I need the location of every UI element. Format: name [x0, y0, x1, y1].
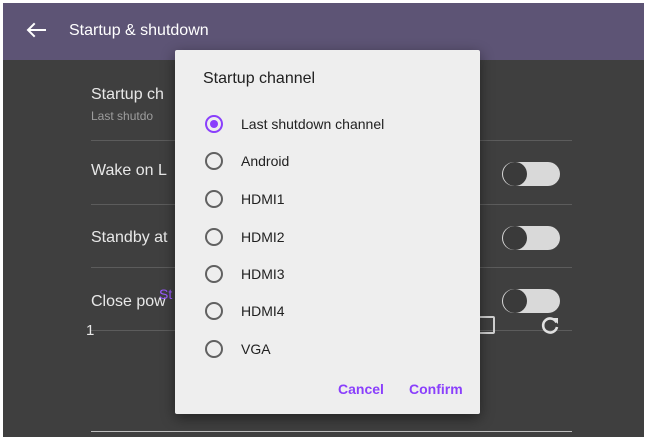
radio-selected-icon[interactable]	[205, 115, 223, 133]
option-label: Last shutdown channel	[241, 116, 385, 132]
toggle-thumb	[503, 162, 527, 186]
option-label: HDMI3	[241, 266, 285, 282]
option-hdmi2[interactable]: HDMI2	[199, 222, 459, 252]
option-label: HDMI4	[241, 303, 285, 319]
option-label: Android	[241, 153, 290, 169]
back-arrow-icon[interactable]	[23, 16, 49, 44]
refresh-icon[interactable]	[539, 314, 561, 336]
radio-icon[interactable]	[205, 302, 223, 320]
toggle-thumb	[503, 226, 527, 250]
option-label: HDMI2	[241, 229, 285, 245]
radio-icon[interactable]	[205, 265, 223, 283]
startup-channel-dialog: Startup channel Last shutdown channel An…	[175, 50, 480, 414]
schedule-row-number: 1	[86, 322, 95, 339]
option-hdmi4[interactable]: HDMI4	[199, 296, 459, 326]
option-label: HDMI1	[241, 191, 285, 207]
setting-startup-channel-value: Last shutdo	[91, 109, 154, 123]
radio-icon[interactable]	[205, 340, 223, 358]
option-hdmi1[interactable]: HDMI1	[199, 184, 459, 214]
wake-on-lan-toggle[interactable]	[502, 162, 560, 186]
confirm-button[interactable]: Confirm	[409, 381, 463, 397]
screen: Startup & shutdown Startup ch Last shutd…	[3, 3, 644, 437]
standby-toggle[interactable]	[502, 226, 560, 250]
dialog-title: Startup channel	[203, 70, 316, 87]
option-android[interactable]: Android	[199, 146, 459, 176]
radio-icon[interactable]	[205, 152, 223, 170]
section-header: St	[159, 286, 173, 302]
option-label: VGA	[241, 341, 271, 357]
option-vga[interactable]: VGA	[199, 334, 459, 364]
option-hdmi3[interactable]: HDMI3	[199, 259, 459, 289]
radio-icon[interactable]	[205, 228, 223, 246]
cancel-button[interactable]: Cancel	[338, 381, 384, 397]
setting-startup-channel-title[interactable]: Startup ch	[91, 86, 164, 104]
toggle-thumb	[503, 289, 527, 313]
radio-icon[interactable]	[205, 190, 223, 208]
page-title: Startup & shutdown	[69, 22, 209, 39]
setting-standby-title[interactable]: Standby at	[91, 229, 168, 247]
divider	[91, 431, 572, 432]
option-last-shutdown-channel[interactable]: Last shutdown channel	[199, 109, 459, 139]
setting-close-power-title[interactable]: Close pow	[91, 293, 166, 311]
setting-wake-on-lan-title[interactable]: Wake on L	[91, 162, 167, 180]
close-power-toggle[interactable]	[502, 289, 560, 313]
